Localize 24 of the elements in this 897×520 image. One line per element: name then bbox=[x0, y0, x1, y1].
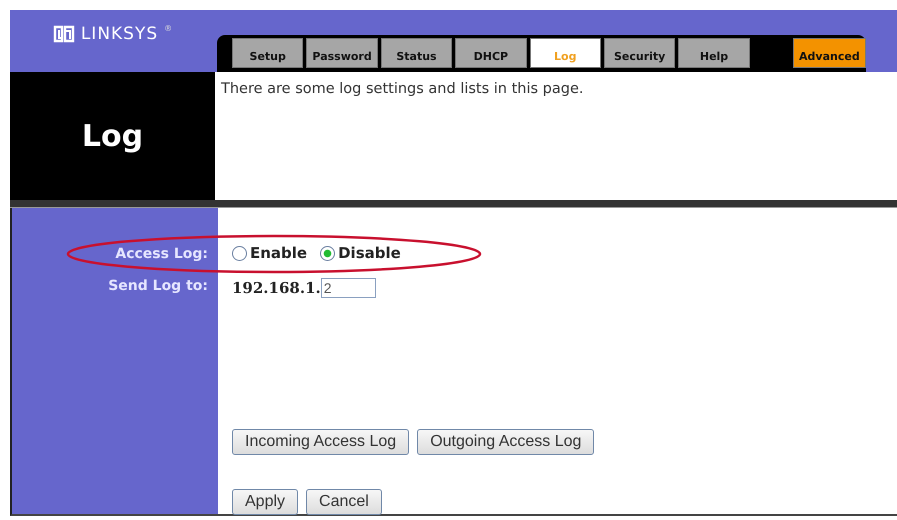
logo-wordmark: LINKSYS bbox=[80, 26, 158, 42]
nav-tab[interactable]: Password bbox=[306, 38, 378, 68]
nav-tab[interactable]: Help bbox=[678, 38, 750, 68]
nav-tab[interactable]: Security bbox=[604, 38, 676, 68]
radio-label: Enable bbox=[250, 244, 308, 262]
radio-button[interactable] bbox=[232, 246, 247, 260]
log-view-button[interactable]: Incoming Access Log bbox=[232, 429, 410, 455]
registered-mark: ® bbox=[164, 24, 172, 33]
nav-tab[interactable]: Setup bbox=[232, 38, 304, 68]
logo-mark-icon bbox=[52, 25, 75, 43]
radio-label: Disable bbox=[338, 244, 401, 262]
nav-tab[interactable]: Status bbox=[380, 38, 452, 68]
access-log-label: Access Log: bbox=[115, 245, 208, 264]
radio-button[interactable] bbox=[320, 246, 336, 260]
page-title: Log bbox=[82, 118, 144, 154]
send-log-label: Send Log to: bbox=[108, 277, 208, 296]
form-button[interactable]: Cancel bbox=[306, 489, 382, 515]
form-button[interactable]: Apply bbox=[232, 489, 298, 515]
intro-text: There are some log settings and lists in this page. bbox=[221, 81, 584, 97]
nav-tab[interactable]: DHCP bbox=[455, 38, 527, 68]
log-view-button[interactable]: Outgoing Access Log bbox=[417, 429, 594, 455]
ip-prefix: 192.168.1. bbox=[232, 279, 321, 297]
nav-tab[interactable]: Advanced bbox=[792, 38, 866, 68]
ip-octet-field[interactable]: 2 bbox=[320, 278, 376, 298]
